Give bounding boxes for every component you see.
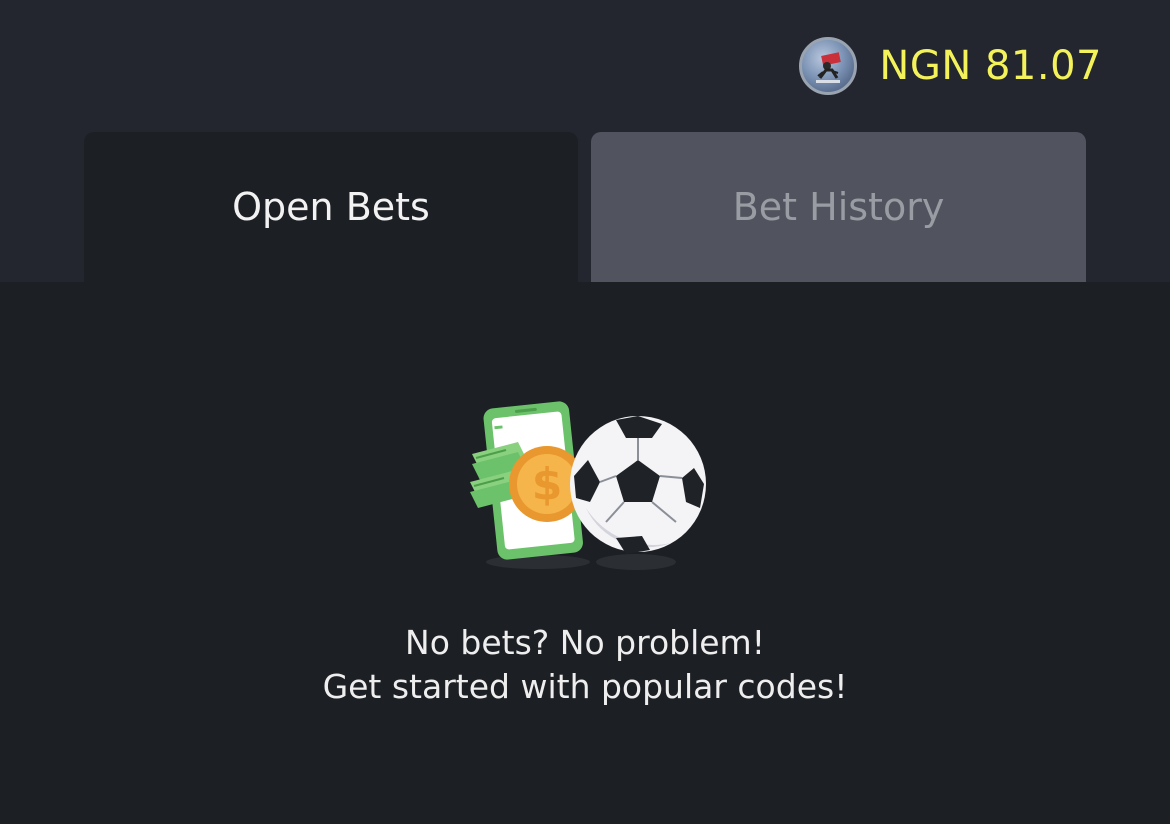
balance-amount: NGN 81.07 xyxy=(879,43,1102,89)
user-avatar-icon[interactable] xyxy=(799,37,858,95)
svg-text:$: $ xyxy=(532,459,563,510)
tab-bet-history-label: Bet History xyxy=(732,185,945,229)
balance-display[interactable]: NGN 81.07 xyxy=(799,36,1102,96)
empty-message-line-1: No bets? No problem! xyxy=(405,623,765,662)
money-phone-football-icon: $ xyxy=(466,398,710,576)
tab-open-bets-label: Open Bets xyxy=(232,185,430,229)
tab-open-bets[interactable]: Open Bets xyxy=(84,132,578,282)
empty-message-line-2: Get started with popular codes! xyxy=(322,667,848,706)
tab-bet-history[interactable]: Bet History xyxy=(591,132,1086,282)
bets-screen: NGN 81.07 Open Bets Bet History $ No bet… xyxy=(0,0,1170,824)
